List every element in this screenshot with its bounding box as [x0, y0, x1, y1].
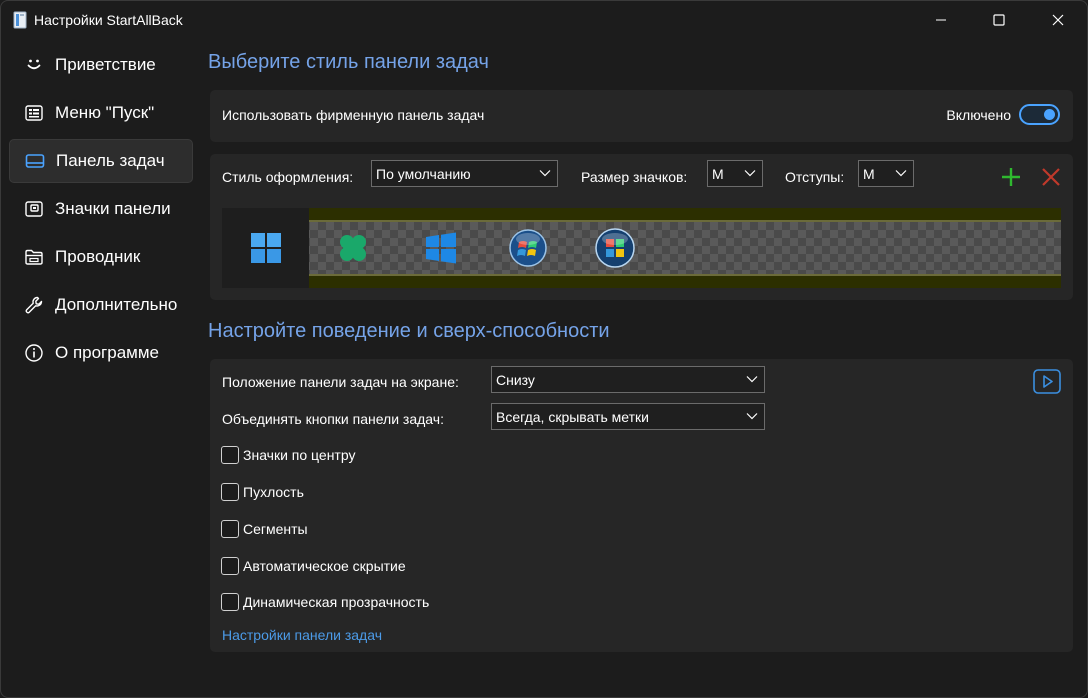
sidebar-nav: Приветствие Меню "Пуск" Панель задач Зна…: [9, 43, 193, 379]
settings-window: Настройки StartAllBack Приветствие Меню …: [0, 0, 1088, 698]
checkbox-center-icons[interactable]: Значки по центру: [221, 446, 355, 464]
sidebar-item-explorer[interactable]: Проводник: [9, 235, 193, 279]
padding-select-value: M: [863, 165, 875, 182]
checkbox-box[interactable]: [221, 520, 239, 538]
checkbox-label: Автоматическое скрытие: [243, 558, 406, 574]
taskbar-style-card: Стиль оформления: По умолчанию Размер зн…: [210, 154, 1073, 300]
start-menu-icon: [23, 102, 45, 124]
combine-select-value: Всегда, скрывать метки: [496, 408, 649, 425]
sidebar-item-welcome[interactable]: Приветствие: [9, 43, 193, 87]
enhanced-taskbar-card: Использовать фирменную панель задач Вклю…: [210, 90, 1073, 142]
checkbox-label: Динамическая прозрачность: [243, 594, 430, 610]
sidebar-item-label: Дополнительно: [55, 295, 178, 314]
close-button[interactable]: [1028, 1, 1087, 39]
minimize-icon: [936, 19, 946, 21]
sidebar-item-label: Значки панели: [55, 199, 171, 218]
window-title: Настройки StartAllBack: [34, 12, 183, 28]
icon-size-select-value: M: [712, 165, 724, 182]
checkbox-box[interactable]: [221, 557, 239, 575]
style-section-title: Выберите стиль панели задач: [208, 51, 489, 73]
checkbox-box[interactable]: [221, 483, 239, 501]
maximize-icon: [993, 14, 1005, 26]
checkbox-box[interactable]: [221, 593, 239, 611]
sidebar-item-label: Проводник: [55, 247, 141, 266]
checkbox-label: Значки по центру: [243, 447, 356, 463]
behavior-card: Положение панели задач на экране: Снизу …: [210, 359, 1073, 652]
windows7-orb-icon: [594, 228, 635, 268]
taskbar-style-preview: [222, 208, 1061, 288]
theme-select[interactable]: По умолчанию: [371, 160, 558, 187]
position-select-value: Снизу: [496, 371, 535, 388]
toggle-knob: [1044, 109, 1055, 120]
taskbar-icon: [24, 150, 46, 172]
clover-logo-icon: [339, 235, 366, 261]
windows10-logo-icon: [425, 232, 456, 264]
windows11-logo-icon: [250, 233, 281, 263]
smile-icon: [23, 54, 45, 76]
sidebar-item-taskbar[interactable]: Панель задач: [9, 139, 193, 183]
maximize-button[interactable]: [969, 1, 1029, 39]
chevron-down-icon: [746, 413, 758, 420]
padding-select[interactable]: M: [858, 160, 914, 187]
folder-icon: [23, 246, 45, 268]
sidebar-item-label: Панель задач: [56, 151, 165, 170]
sidebar-item-advanced[interactable]: Дополнительно: [9, 283, 193, 327]
checkbox-auto-hide[interactable]: Автоматическое скрытие: [221, 557, 406, 575]
combine-label: Объединять кнопки панели задач:: [222, 411, 444, 427]
behavior-section-title: Настройте поведение и сверх-способности: [208, 320, 610, 342]
style-option-windows7-a[interactable]: [484, 208, 571, 288]
wrench-icon: [23, 294, 45, 316]
sidebar-item-label: Приветствие: [55, 55, 156, 74]
checkbox-label: Сегменты: [243, 521, 308, 537]
enhanced-taskbar-label: Использовать фирменную панель задач: [222, 107, 485, 123]
sidebar-item-start-menu[interactable]: Меню "Пуск": [9, 91, 193, 135]
x-icon[interactable]: [1039, 165, 1063, 189]
checkbox-dynamic-transparency[interactable]: Динамическая прозрачность: [221, 593, 429, 611]
chevron-down-icon: [744, 170, 756, 177]
checkbox-box[interactable]: [221, 446, 239, 464]
title-bar: Настройки StartAllBack: [1, 1, 1087, 39]
style-option-windows7-b[interactable]: [571, 208, 658, 288]
icon-size-label: Размер значков:: [581, 169, 688, 185]
sidebar-item-label: Меню "Пуск": [55, 103, 155, 122]
theme-select-value: По умолчанию: [376, 165, 471, 182]
tray-icons-icon: [23, 198, 45, 220]
enhanced-taskbar-state: Включено: [946, 107, 1011, 123]
style-option-windows10[interactable]: [397, 208, 484, 288]
style-option-clover[interactable]: [309, 208, 396, 288]
padding-label: Отступы:: [785, 169, 845, 185]
plus-icon[interactable]: [999, 165, 1023, 189]
checkbox-segments[interactable]: Сегменты: [221, 520, 308, 538]
windows7-orb-icon: [508, 229, 547, 267]
checkbox-bulkiness[interactable]: Пухлость: [221, 483, 304, 501]
chevron-down-icon: [895, 170, 907, 177]
taskbar-settings-link[interactable]: Настройки панели задач: [222, 627, 382, 643]
sidebar-item-about[interactable]: О программе: [9, 331, 193, 375]
checkbox-label: Пухлость: [243, 484, 304, 500]
combine-select[interactable]: Всегда, скрывать метки: [491, 403, 765, 430]
enhanced-taskbar-toggle[interactable]: [1019, 104, 1060, 125]
sidebar-item-label: О программе: [55, 343, 160, 362]
startallback-app-icon: [13, 11, 27, 29]
position-select[interactable]: Снизу: [491, 366, 765, 393]
style-option-windows11[interactable]: [222, 208, 309, 288]
chevron-down-icon: [746, 376, 758, 383]
info-icon: [23, 342, 45, 364]
play-icon[interactable]: [1033, 369, 1061, 394]
sidebar-item-tray-icons[interactable]: Значки панели: [9, 187, 193, 231]
theme-label: Стиль оформления:: [222, 169, 354, 185]
close-icon: [1052, 14, 1064, 26]
icon-size-select[interactable]: M: [707, 160, 763, 187]
minimize-button[interactable]: [911, 1, 971, 39]
chevron-down-icon: [539, 170, 551, 177]
position-label: Положение панели задач на экране:: [222, 374, 459, 390]
